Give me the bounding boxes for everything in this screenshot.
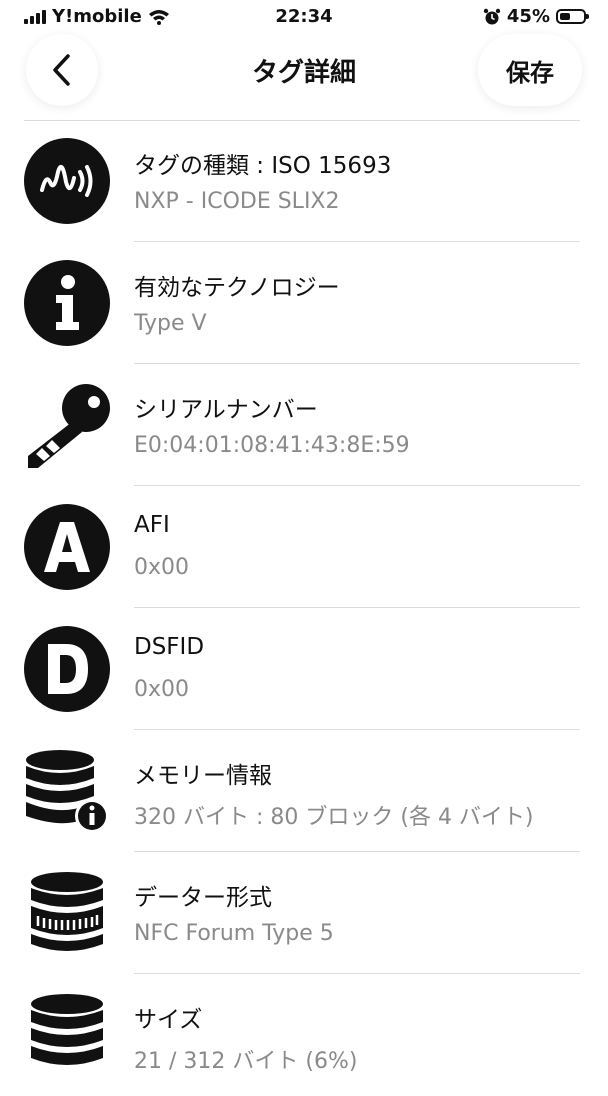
list-item-tag-type[interactable]: タグの種類 : ISO 15693 NXP - ICODE SLIX2 (0, 120, 608, 242)
tag-detail-list: タグの種類 : ISO 15693 NXP - ICODE SLIX2 有効なテ… (0, 120, 608, 1096)
save-button[interactable]: 保存 (478, 34, 582, 106)
letter-d-icon (24, 626, 110, 712)
item-value: Type V (134, 311, 207, 336)
item-value: NFC Forum Type 5 (134, 921, 334, 946)
item-value: 320 バイト : 80 ブロック (各 4 バイト) (134, 805, 534, 830)
item-title: タグの種類 : ISO 15693 (134, 153, 392, 179)
item-title: AFI (134, 512, 170, 538)
item-value: 0x00 (134, 677, 190, 702)
battery-icon (556, 9, 589, 24)
navigation-bar: タグ詳細 保存 (0, 34, 608, 120)
list-item-technology[interactable]: 有効なテクノロジー Type V (0, 242, 608, 364)
info-icon (24, 260, 110, 346)
item-title: 有効なテクノロジー (134, 275, 340, 301)
item-title: メモリー情報 (134, 763, 272, 789)
item-title: DSFID (134, 634, 205, 660)
item-title: シリアルナンバー (134, 397, 318, 423)
battery-percent: 45% (506, 6, 550, 27)
alarm-icon (483, 8, 501, 24)
item-title: データー形式 (134, 885, 272, 911)
letter-a-icon (24, 504, 110, 590)
database-info-icon (24, 748, 110, 834)
list-item-size[interactable]: サイズ 21 / 312 バイト (6%) (0, 974, 608, 1096)
item-value: 21 / 312 バイト (6%) (134, 1049, 358, 1074)
item-title: サイズ (134, 1007, 203, 1033)
item-value: E0:04:01:08:41:43:8E:59 (134, 433, 410, 458)
database-icon (24, 992, 110, 1078)
item-value: NXP - ICODE SLIX2 (134, 189, 340, 214)
list-item-data-format[interactable]: データー形式 NFC Forum Type 5 (0, 852, 608, 974)
key-icon (24, 382, 110, 468)
list-item-dsfid[interactable]: DSFID 0x00 (0, 608, 608, 730)
item-value: 0x00 (134, 555, 190, 580)
nfc-tag-icon (24, 138, 110, 224)
status-bar: Y!mobile 22:34 45% (0, 0, 608, 34)
list-item-memory-info[interactable]: メモリー情報 320 バイト : 80 ブロック (各 4 バイト) (0, 730, 608, 852)
list-item-serial-number[interactable]: シリアルナンバー E0:04:01:08:41:43:8E:59 (0, 364, 608, 486)
data-format-icon (24, 870, 110, 956)
list-item-afi[interactable]: AFI 0x00 (0, 486, 608, 608)
